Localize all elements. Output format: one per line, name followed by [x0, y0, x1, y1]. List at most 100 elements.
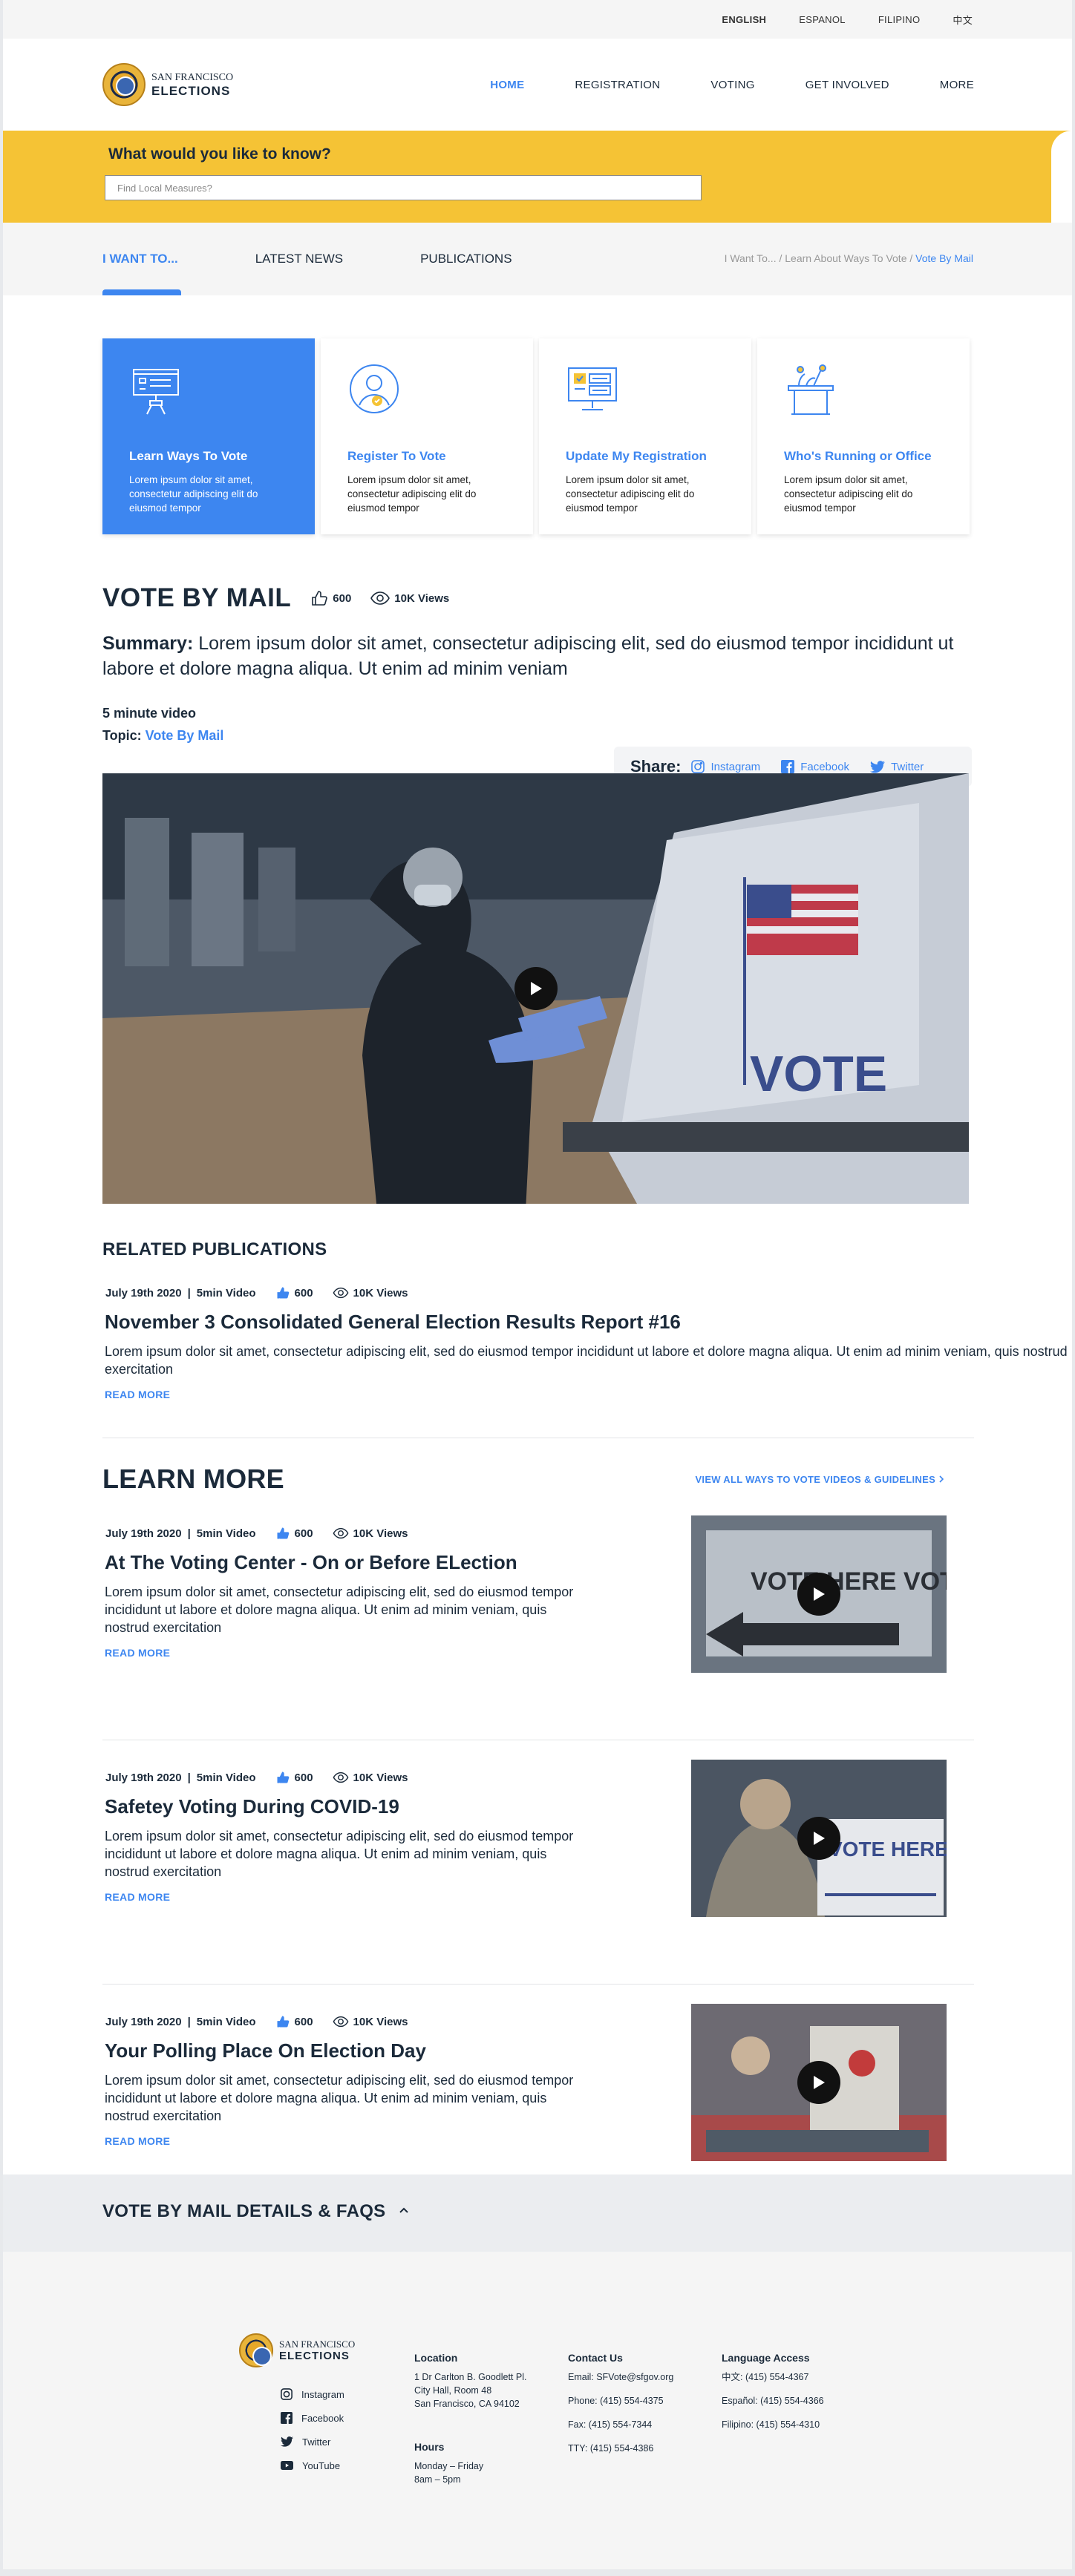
publication-title[interactable]: November 3 Consolidated General Election…: [102, 1311, 1072, 1334]
share-facebook[interactable]: Facebook: [781, 760, 849, 773]
related-publications: RELATED PUBLICATIONS July 19th 2020 | 5min…: [3, 1204, 1072, 1402]
footer-instagram[interactable]: Instagram: [281, 2382, 344, 2406]
footer-facebook[interactable]: Facebook: [281, 2406, 344, 2430]
footer-contact: Contact Us Email: SFVote@sfgov.org Phone…: [568, 2352, 674, 2454]
nav-more[interactable]: MORE: [940, 79, 974, 91]
article-meta: 5 minute video Topic: Vote By Mail: [102, 702, 1072, 747]
podium-icon: [788, 364, 834, 415]
card-title: Update My Registration: [566, 449, 707, 463]
footer-twitter[interactable]: Twitter: [281, 2430, 344, 2454]
card-text: Lorem ipsum dolor sit amet, consectetur …: [347, 474, 477, 514]
action-cards: Learn Ways To Vote Lorem ipsum dolor sit…: [3, 295, 1072, 534]
eye-icon: [370, 591, 391, 605]
play-icon: [530, 982, 542, 995]
site-header: SAN FRANCISCO ELECTIONS HOME REGISTRATIO…: [3, 39, 1072, 131]
card-title: Who's Running or Office: [784, 449, 932, 463]
card-text: Lorem ipsum dolor sit amet, consectetur …: [784, 474, 913, 514]
site-footer: SAN FRANCISCO ELECTIONS Instagram Facebo…: [3, 2252, 1072, 2569]
view-count: 10K Views: [333, 2016, 408, 2028]
main-video[interactable]: VOTE: [102, 773, 969, 1204]
footer-language-access: Language Access 中文: (415) 554-4367 Españ…: [722, 2352, 824, 2430]
card-learn-ways-to-vote[interactable]: Learn Ways To Vote Lorem ipsum dolor sit…: [102, 338, 315, 534]
like-count[interactable]: 600: [310, 589, 351, 607]
thumbs-up-icon: [277, 1287, 289, 1299]
main-nav: HOME REGISTRATION VOTING GET INVOLVED MO…: [440, 79, 974, 91]
like-count[interactable]: 600: [275, 1526, 313, 1541]
video-thumbnail-voting-center[interactable]: VOTE HERE VOTE AQUÍ: [691, 1515, 947, 1673]
play-button[interactable]: [514, 967, 558, 1010]
read-more-link[interactable]: READ MORE: [102, 1647, 170, 1659]
like-count[interactable]: 600: [275, 1770, 313, 1785]
search-heading: What would you like to know?: [108, 145, 331, 163]
logo-line2: ELECTIONS: [151, 83, 231, 98]
play-icon: [814, 1832, 825, 1845]
lang-english[interactable]: ENGLISH: [722, 14, 766, 25]
search-band: What would you like to know? Find Local …: [3, 131, 1072, 223]
faq-toggle[interactable]: VOTE BY MAIL DETAILS & FAQS: [3, 2174, 1072, 2252]
play-button[interactable]: [797, 1573, 840, 1616]
like-count[interactable]: 600: [275, 2014, 313, 2029]
entry-meta: July 19th 2020 | 5min Video 600 10K Views: [105, 1285, 408, 1300]
eye-icon: [333, 1287, 348, 1299]
nav-get-involved[interactable]: GET INVOLVED: [806, 79, 889, 91]
card-register-to-vote[interactable]: Register To Vote Lorem ipsum dolor sit a…: [321, 338, 533, 534]
search-input[interactable]: Find Local Measures?: [105, 175, 702, 200]
page: ENGLISH ESPANOL FILIPINO 中文 SAN FRANCISC…: [3, 0, 1072, 2569]
read-more-link[interactable]: READ MORE: [102, 2135, 170, 2147]
tab-i-want-to[interactable]: I WANT TO...: [102, 252, 178, 266]
nav-home[interactable]: HOME: [490, 79, 524, 91]
twitter-icon: [281, 2436, 293, 2447]
lang-filipino[interactable]: FILIPINO: [878, 14, 921, 25]
article-summary: Summary: Lorem ipsum dolor sit amet, con…: [102, 633, 954, 679]
play-button[interactable]: [797, 1817, 840, 1860]
video-thumbnail-covid-safety[interactable]: VOTE HERE: [691, 1760, 947, 1917]
faq-heading: VOTE BY MAIL DETAILS & FAQS: [102, 2201, 386, 2221]
video-duration: 5 minute video: [102, 706, 197, 721]
video-item: July 19th 2020 | 5min Video 600 10K Views …: [102, 1760, 1072, 1984]
footer-email[interactable]: Email: SFVote@sfgov.org: [568, 2370, 673, 2384]
publication-text: Lorem ipsum dolor sit amet, consectetur …: [105, 1344, 1068, 1377]
read-more-link[interactable]: READ MORE: [102, 1891, 170, 1903]
topic-link[interactable]: Vote By Mail: [146, 728, 224, 743]
share-twitter[interactable]: Twitter: [870, 761, 924, 773]
play-button[interactable]: [797, 2061, 840, 2104]
card-text: Lorem ipsum dolor sit amet, consectetur …: [129, 474, 258, 514]
city-seal-icon: [102, 63, 146, 106]
share-instagram[interactable]: Instagram: [691, 760, 760, 773]
logo-line1: SAN FRANCISCO: [151, 71, 234, 83]
play-icon: [814, 2076, 825, 2089]
video-sign-text: VOTE: [750, 1046, 887, 1102]
breadcrumb-item[interactable]: I Want To...: [725, 252, 777, 264]
lang-espanol[interactable]: ESPANOL: [799, 14, 846, 25]
presentation-board-icon: [133, 369, 179, 415]
site-logo[interactable]: SAN FRANCISCO ELECTIONS: [102, 63, 233, 106]
article-topic: Topic: Vote By Mail: [102, 728, 224, 743]
breadcrumb-item[interactable]: Learn About Ways To Vote: [785, 252, 906, 264]
footer-logo[interactable]: SAN FRANCISCO ELECTIONS: [239, 2333, 355, 2367]
footer-youtube[interactable]: YouTube: [281, 2454, 344, 2477]
play-icon: [814, 1587, 825, 1601]
chevron-right-icon: [939, 1475, 944, 1483]
lang-chinese[interactable]: 中文: [953, 13, 973, 27]
learn-more-section: LEARN MORE VIEW ALL WAYS TO VOTE VIDEOS …: [3, 1438, 1072, 2228]
card-whos-running[interactable]: Who's Running or Office Lorem ipsum dolo…: [757, 338, 970, 534]
tab-publications[interactable]: PUBLICATIONS: [420, 252, 512, 266]
related-heading: RELATED PUBLICATIONS: [102, 1239, 327, 1259]
instagram-icon: [691, 760, 705, 773]
facebook-icon: [781, 760, 795, 773]
view-all-link[interactable]: VIEW ALL WAYS TO VOTE VIDEOS & GUIDELINE…: [695, 1474, 944, 1485]
divider: [102, 1984, 974, 1985]
tab-latest-news[interactable]: LATEST NEWS: [255, 252, 343, 266]
language-bar: ENGLISH ESPANOL FILIPINO 中文: [3, 0, 1072, 39]
like-count[interactable]: 600: [275, 1285, 313, 1300]
read-more-link[interactable]: READ MORE: [102, 1389, 170, 1400]
breadcrumb-current: Vote By Mail: [915, 252, 973, 264]
eye-icon: [333, 1527, 348, 1539]
card-update-registration[interactable]: Update My Registration Lorem ipsum dolor…: [539, 338, 751, 534]
nav-registration[interactable]: REGISTRATION: [575, 79, 660, 91]
video-thumbnail-polling-place[interactable]: [691, 2004, 947, 2161]
thumbs-up-icon: [277, 1527, 289, 1539]
nav-voting[interactable]: VOTING: [710, 79, 754, 91]
view-count: 10K Views: [333, 1772, 408, 1784]
eye-icon: [333, 2016, 348, 2028]
